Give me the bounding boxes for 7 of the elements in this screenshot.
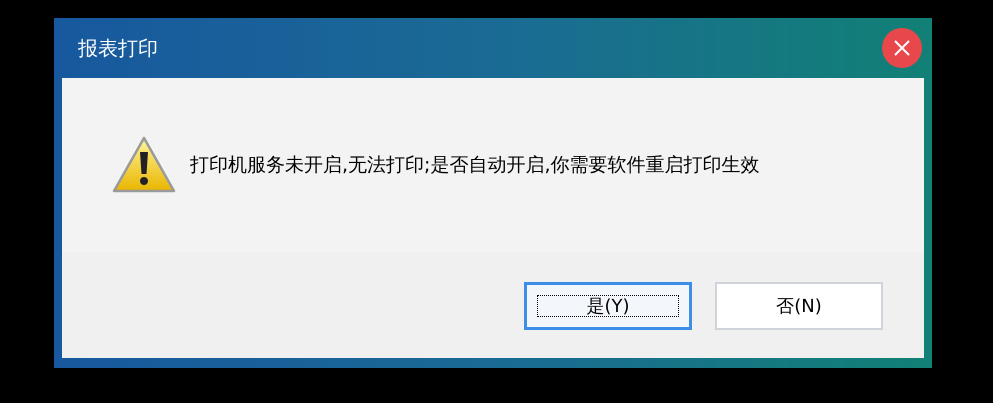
dialog-button[interactable]: 是(Y)	[524, 282, 692, 330]
dialog-button[interactable]: 否(N)	[715, 282, 883, 330]
close-icon	[894, 40, 910, 56]
close-button[interactable]	[882, 28, 922, 68]
message-text: 打印机服务未开启,无法打印;是否自动开启,你需要软件重启打印生效	[190, 153, 760, 178]
window-title: 报表打印	[78, 34, 158, 62]
warning-icon	[112, 136, 176, 194]
